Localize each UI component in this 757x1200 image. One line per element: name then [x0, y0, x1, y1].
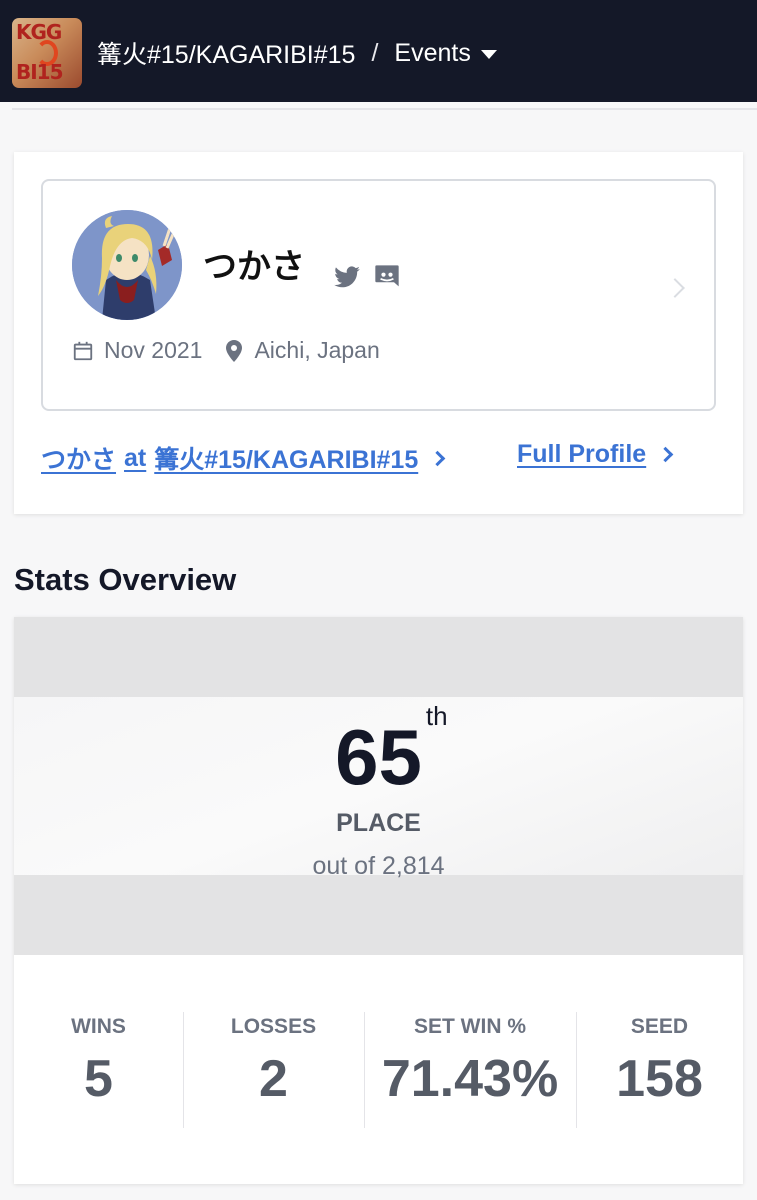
stat-value: 5: [84, 1050, 113, 1108]
placement-panel: 65th PLACE out of 2,814: [14, 617, 743, 955]
stat-value: 71.43%: [381, 1050, 559, 1108]
chevron-right-icon: [665, 278, 685, 298]
stat-seed: SEED 158: [576, 1012, 743, 1128]
chevron-right-icon: [657, 446, 674, 463]
events-dropdown[interactable]: Events: [394, 38, 497, 68]
logo-text-top: KGG: [16, 20, 62, 44]
chevron-right-icon: [429, 450, 446, 466]
event-logo[interactable]: KGG BI15: [12, 18, 82, 88]
player-location: Aichi, Japan: [254, 337, 380, 363]
stats-overview-title: Stats Overview: [14, 562, 237, 597]
location-pin-icon: [226, 339, 243, 362]
stat-set-win-percent: SET WIN % 71.43%: [364, 1012, 576, 1128]
stat-value: 158: [616, 1050, 703, 1108]
full-profile-link[interactable]: Full Profile: [517, 440, 674, 469]
placement-label: PLACE: [336, 809, 421, 837]
event-profile-link[interactable]: つかさ at 篝火#15/KAGARIBI#15: [41, 440, 446, 476]
breadcrumb: 篝火#15/KAGARIBI#15 / Events: [97, 34, 497, 72]
stat-value: 2: [259, 1050, 288, 1108]
joined-date: Nov 2021: [104, 337, 203, 363]
caret-down-icon: [480, 49, 497, 59]
placement-suffix: th: [425, 701, 448, 731]
profile-meta: Nov 2021 Aichi, Japan: [72, 337, 380, 364]
calendar-icon: [73, 341, 93, 360]
twitter-icon[interactable]: [333, 263, 361, 291]
logo-text-bottom: BI15: [16, 60, 64, 84]
stat-losses: LOSSES 2: [183, 1012, 364, 1128]
header-divider: [12, 108, 757, 110]
stat-label: WINS: [71, 1015, 126, 1038]
avatar: [72, 210, 182, 320]
top-navbar: KGG BI15 篝火#15/KAGARIBI#15 / Events: [0, 0, 757, 102]
placement-total: out of 2,814: [312, 852, 445, 880]
event-profile-player: つかさ: [41, 446, 117, 474]
stat-row: WINS 5 LOSSES 2 SET WIN % 71.43% SEED 15…: [14, 1012, 743, 1128]
stat-label: LOSSES: [230, 1015, 317, 1038]
breadcrumb-event-link[interactable]: 篝火#15/KAGARIBI#15: [97, 35, 355, 71]
events-dropdown-label: Events: [394, 38, 471, 67]
stats-overview: 65th PLACE out of 2,814 WINS 5 LOSSES 2 …: [14, 617, 743, 1184]
stat-wins: WINS 5: [14, 1012, 183, 1128]
event-profile-at: at: [124, 443, 147, 472]
full-profile-label: Full Profile: [517, 440, 647, 468]
event-profile-event: 篝火#15/KAGARIBI#15: [154, 446, 419, 474]
placement-value: 65: [335, 713, 422, 801]
stat-label: SET WIN %: [413, 1015, 526, 1038]
player-profile-summary[interactable]: つかさ Nov 2021 Aichi, Japan: [41, 179, 716, 411]
player-name: つかさ: [203, 247, 305, 287]
stat-label: SEED: [630, 1015, 689, 1038]
breadcrumb-separator: /: [371, 38, 379, 67]
placement-number: 65th: [14, 703, 743, 796]
discord-icon[interactable]: [373, 263, 401, 291]
